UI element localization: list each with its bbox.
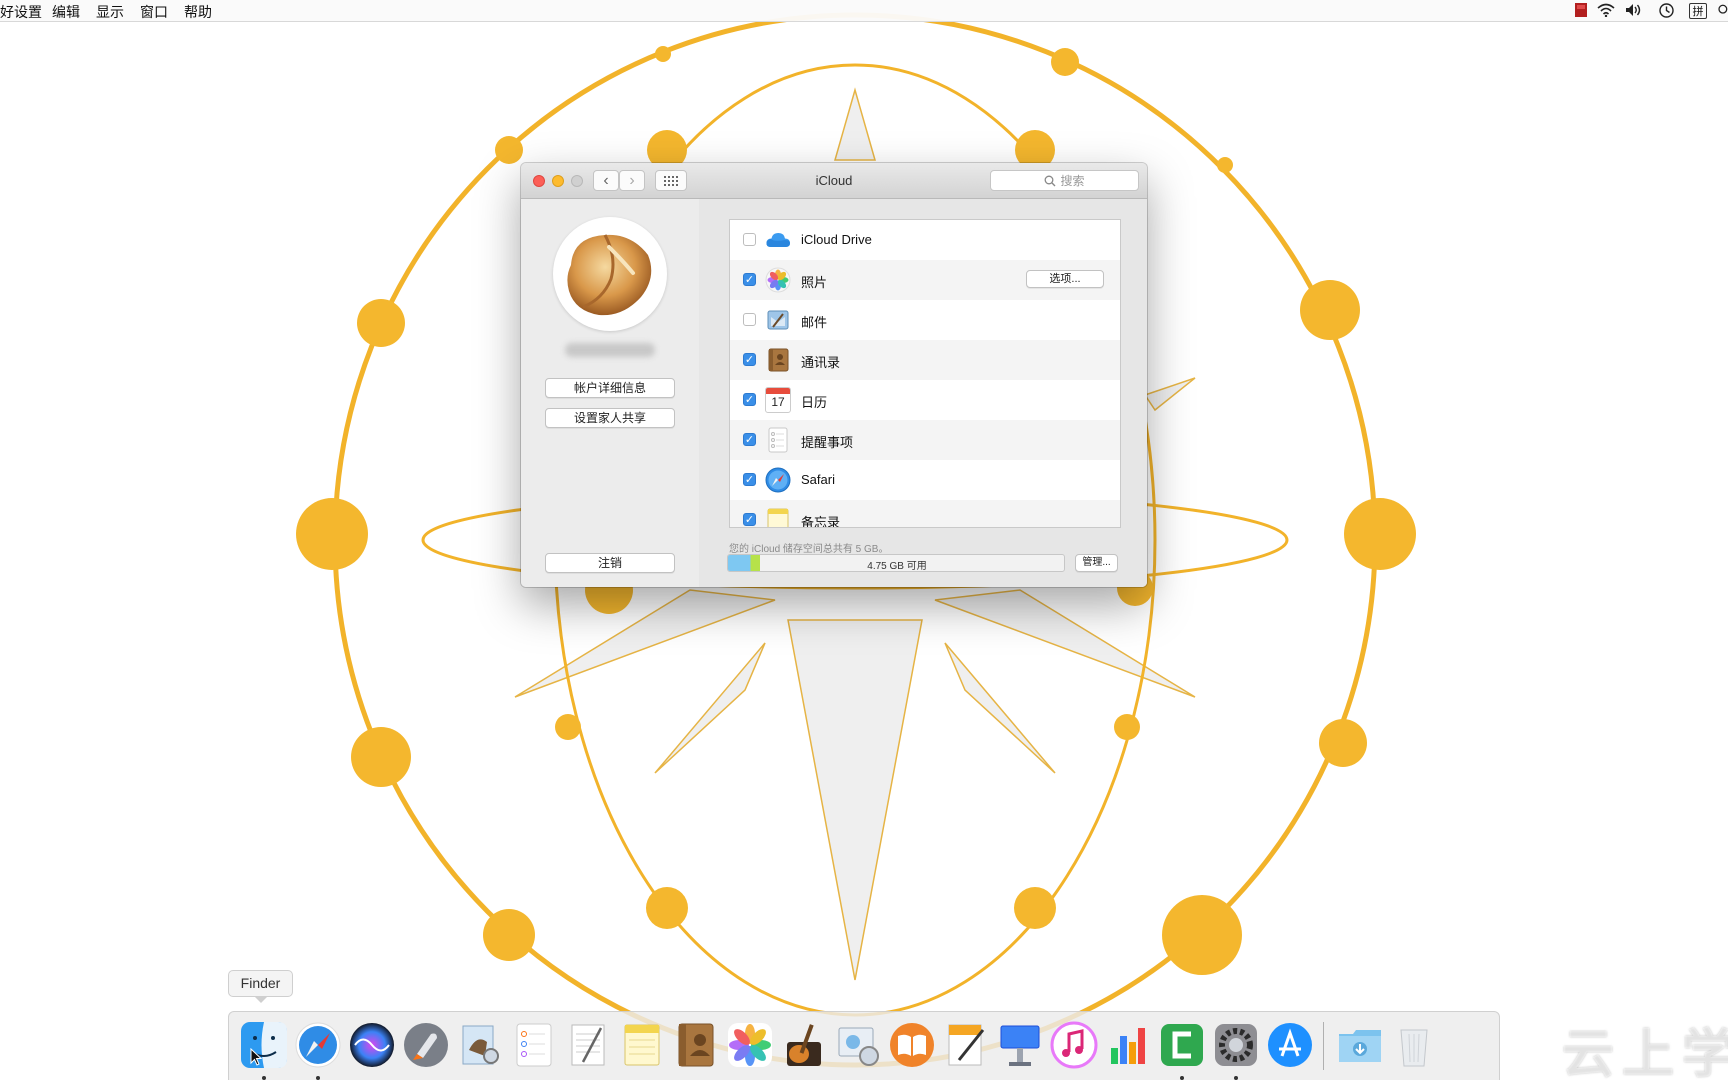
flag-icon[interactable] <box>1574 2 1588 18</box>
mail-checkbox[interactable] <box>743 313 756 326</box>
itunes-icon[interactable] <box>1049 1020 1099 1070</box>
service-name: 邮件 <box>801 315 828 330</box>
numbers-icon[interactable] <box>1103 1020 1153 1070</box>
notes-icon <box>767 508 789 527</box>
calendar-icon: 17 <box>765 387 791 413</box>
notes-checkbox[interactable]: ✓ <box>743 513 756 526</box>
service-row-reminders: ✓ 提醒事项 <box>730 420 1120 460</box>
icloud-drive-checkbox[interactable] <box>743 233 756 246</box>
service-name: iCloud Drive <box>801 232 872 247</box>
volume-icon[interactable] <box>1624 2 1644 18</box>
account-details-button[interactable]: 帐户详细信息 <box>545 378 675 398</box>
mouse-cursor <box>250 1048 262 1066</box>
search-placeholder: 搜索 <box>1060 174 1085 188</box>
icloud-preferences-window: ‹ › iCloud 搜索 帐户详细信息 设置家人共享 注销 iCloud Dr… <box>521 163 1147 587</box>
search-icon[interactable] <box>1716 2 1728 18</box>
reminders-checkbox[interactable]: ✓ <box>743 433 756 446</box>
calendar-day: 17 <box>771 395 785 409</box>
contacts-icon <box>768 348 789 372</box>
calendar-checkbox[interactable]: ✓ <box>743 393 756 406</box>
service-name: 照片 <box>801 275 828 290</box>
service-row-calendar: ✓ 17 日历 <box>730 380 1120 420</box>
photos-options-button[interactable]: 选项... <box>1026 270 1104 288</box>
running-indicator <box>262 1076 266 1080</box>
input-method-icon[interactable]: 拼 <box>1689 3 1707 19</box>
avatar[interactable] <box>553 217 667 331</box>
reminders-icon <box>768 427 788 453</box>
services-pane: iCloud Drive ✓ 照片 选项... 邮件 ✓ 通讯录 ✓ 17 日历… <box>699 199 1147 587</box>
family-sharing-button[interactable]: 设置家人共享 <box>545 408 675 428</box>
preview-icon[interactable] <box>455 1020 505 1070</box>
dock-separator <box>1323 1022 1324 1070</box>
pages-icon[interactable] <box>941 1020 991 1070</box>
service-row-notes: ✓ 备忘录 <box>730 500 1120 528</box>
service-row-icloud-drive: iCloud Drive <box>730 220 1120 260</box>
service-row-photos: ✓ 照片 选项... <box>730 260 1120 300</box>
running-indicator <box>1180 1076 1184 1080</box>
service-name: 提醒事项 <box>801 435 854 450</box>
clock-icon[interactable] <box>1657 2 1675 18</box>
reminders-icon[interactable] <box>509 1020 559 1070</box>
launchpad-icon[interactable] <box>401 1020 451 1070</box>
mail-icon <box>767 310 789 330</box>
account-name-blurred <box>565 343 655 357</box>
watermark: 云上学堂 <box>1562 1026 1728 1084</box>
safari-checkbox[interactable]: ✓ <box>743 473 756 486</box>
service-row-mail: 邮件 <box>730 300 1120 340</box>
service-name: 通讯录 <box>801 355 841 370</box>
downloads-folder-icon[interactable] <box>1335 1020 1385 1070</box>
sign-out-button[interactable]: 注销 <box>545 553 675 573</box>
dock <box>228 1011 1500 1080</box>
ibooks-icon[interactable] <box>887 1020 937 1070</box>
menu-view[interactable]: 显示 <box>96 2 124 22</box>
services-list: iCloud Drive ✓ 照片 选项... 邮件 ✓ 通讯录 ✓ 17 日历… <box>729 219 1121 528</box>
icloud-drive-icon <box>766 233 790 247</box>
camtasia-icon[interactable] <box>1157 1020 1207 1070</box>
keynote-icon[interactable] <box>995 1020 1045 1070</box>
contacts-icon[interactable] <box>671 1020 721 1070</box>
textedit-icon[interactable] <box>563 1020 613 1070</box>
tooltip-pointer <box>254 996 268 1003</box>
image-capture-icon[interactable] <box>833 1020 883 1070</box>
siri-icon[interactable] <box>347 1020 397 1070</box>
dock-tooltip: Finder <box>228 970 293 997</box>
storage-caption: 您的 iCloud 储存空间总共有 5 GB。 <box>729 544 889 555</box>
running-indicator <box>1234 1076 1238 1080</box>
notes-icon[interactable] <box>617 1020 667 1070</box>
window-titlebar: ‹ › iCloud 搜索 <box>521 163 1147 199</box>
storage-available-text: 4.75 GB 可用 <box>867 561 927 572</box>
safari-icon[interactable] <box>293 1020 343 1070</box>
wifi-icon[interactable] <box>1596 2 1616 18</box>
menu-bar: 好设置 编辑 显示 窗口 帮助 拼 <box>0 0 1728 22</box>
manage-storage-button[interactable]: 管理... <box>1075 554 1118 572</box>
finder-icon[interactable] <box>239 1020 289 1070</box>
safari-icon <box>765 467 791 493</box>
service-row-safari: ✓ Safari <box>730 460 1120 500</box>
contacts-checkbox[interactable]: ✓ <box>743 353 756 366</box>
menu-help[interactable]: 帮助 <box>184 2 212 22</box>
menu-window[interactable]: 窗口 <box>140 2 168 22</box>
menu-edit[interactable]: 编辑 <box>52 2 80 22</box>
service-name: 日历 <box>801 395 828 410</box>
service-name: Safari <box>801 472 835 487</box>
trash-icon[interactable] <box>1389 1020 1439 1070</box>
garageband-icon[interactable] <box>779 1020 829 1070</box>
menu-app-preferences[interactable]: 好设置 <box>0 2 42 22</box>
system-preferences-icon[interactable] <box>1211 1020 1261 1070</box>
magnifier-icon <box>1045 175 1056 186</box>
search-field[interactable]: 搜索 <box>990 170 1139 191</box>
fortune-cookie-icon <box>567 234 652 316</box>
storage-bar: 4.75 GB 可用 <box>727 554 1065 572</box>
app-store-icon[interactable] <box>1265 1020 1315 1070</box>
photos-icon <box>765 267 791 293</box>
running-indicator <box>316 1076 320 1080</box>
service-row-contacts: ✓ 通讯录 <box>730 340 1120 380</box>
photos-checkbox[interactable]: ✓ <box>743 273 756 286</box>
account-pane: 帐户详细信息 设置家人共享 注销 <box>521 199 699 587</box>
service-name: 备忘录 <box>801 515 841 528</box>
photos-icon[interactable] <box>725 1020 775 1070</box>
